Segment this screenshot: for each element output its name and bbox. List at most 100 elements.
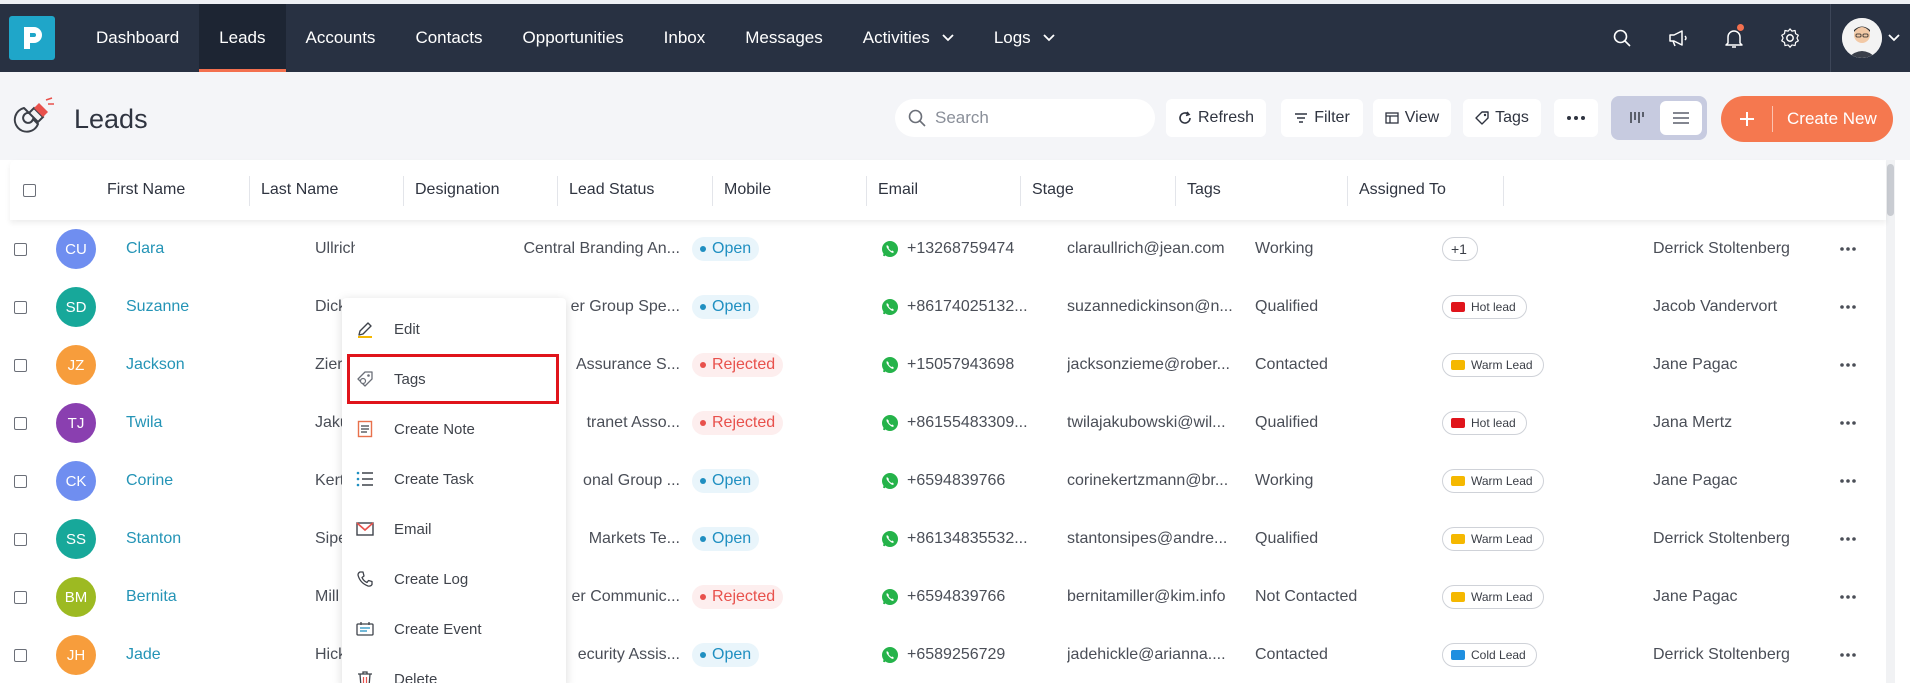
first-name-link[interactable]: Jackson [126,336,256,394]
tag-badge[interactable]: +1 [1442,237,1478,261]
table-row[interactable]: JH Jade Hick ecurity Assis... Open +658925672… [10,626,1886,683]
nav-item-accounts[interactable]: Accounts [286,4,396,72]
row-more-options-button[interactable] [1830,278,1866,336]
column-divider[interactable] [1503,176,1504,206]
mobile[interactable]: +6594839766 [881,568,1041,626]
email[interactable]: twilajakubowski@wil... [1067,394,1239,452]
column-header-tags[interactable]: Tags [1187,160,1221,220]
mobile[interactable]: +6594839766 [881,452,1041,510]
email[interactable]: corinekertzmann@br... [1067,452,1239,510]
tag-badge[interactable]: Cold Lead [1442,643,1537,667]
row-more-options-button[interactable] [1830,568,1866,626]
column-header-first-name[interactable]: First Name [107,160,185,220]
mobile[interactable]: +15057943698 [881,336,1041,394]
first-name-link[interactable]: Clara [126,220,256,278]
table-row[interactable]: TJ Twila Jaku tranet Asso... Rejected +861554… [10,394,1886,452]
create-new-button[interactable]: Create New [1721,96,1893,142]
select-all-checkbox[interactable] [23,160,36,220]
menu-item-tags[interactable]: Tags [342,354,566,404]
column-divider[interactable] [1020,176,1021,206]
email[interactable]: jacksonzieme@rober... [1067,336,1239,394]
tags-button[interactable]: Tags [1463,99,1541,137]
menu-item-email[interactable]: Email [342,504,566,554]
filter-button[interactable]: Filter [1281,99,1363,137]
tag-badge[interactable]: Warm Lead [1442,353,1544,377]
menu-item-create-note[interactable]: Create Note [342,404,566,454]
column-header-email[interactable]: Email [878,160,918,220]
nav-item-contacts[interactable]: Contacts [395,4,502,72]
menu-item-create-log[interactable]: Create Log [342,554,566,604]
table-row[interactable]: CU Clara Ullrich Central Branding An... Open… [10,220,1886,278]
search-input[interactable] [935,108,1135,128]
column-divider[interactable] [557,176,558,206]
column-divider[interactable] [403,176,404,206]
search-icon[interactable] [1594,4,1650,72]
nav-item-opportunities[interactable]: Opportunities [503,4,644,72]
menu-item-delete[interactable]: Delete [342,654,566,683]
row-more-options-button[interactable] [1830,336,1866,394]
column-divider[interactable] [712,176,713,206]
email[interactable]: claraullrich@jean.com [1067,220,1239,278]
first-name-link[interactable]: Bernita [126,568,256,626]
megaphone-icon[interactable] [1650,4,1706,72]
row-checkbox[interactable] [14,278,34,336]
first-name-link[interactable]: Twila [126,394,256,452]
first-name-link[interactable]: Suzanne [126,278,256,336]
menu-item-create-event[interactable]: Create Event [342,604,566,654]
first-name-link[interactable]: Corine [126,452,256,510]
email[interactable]: jadehickle@arianna.... [1067,626,1239,683]
column-header-mobile[interactable]: Mobile [724,160,771,220]
mobile[interactable]: +6589256729 [881,626,1041,683]
column-header-designation[interactable]: Designation [415,160,500,220]
nav-item-inbox[interactable]: Inbox [644,4,726,72]
scrollbar-thumb[interactable] [1887,164,1894,216]
column-divider[interactable] [249,176,250,206]
row-checkbox[interactable] [14,220,34,278]
column-header-stage[interactable]: Stage [1032,160,1074,220]
column-divider[interactable] [866,176,867,206]
tag-badge[interactable]: Hot lead [1442,295,1527,319]
row-checkbox[interactable] [14,394,34,452]
tag-badge[interactable]: Warm Lead [1442,585,1544,609]
email[interactable]: stantonsipes@andre... [1067,510,1239,568]
tag-badge[interactable]: Warm Lead [1442,469,1544,493]
nav-item-messages[interactable]: Messages [725,4,842,72]
app-logo[interactable] [9,16,55,60]
mobile[interactable]: +86134835532... [881,510,1041,568]
mobile[interactable]: +13268759474 [881,220,1041,278]
user-profile-menu[interactable] [1830,4,1910,72]
kanban-view-toggle[interactable] [1616,101,1658,135]
table-scrollbar[interactable] [1886,160,1895,683]
mobile[interactable]: +86174025132... [881,278,1041,336]
nav-item-dashboard[interactable]: Dashboard [76,4,199,72]
row-checkbox[interactable] [14,336,34,394]
column-header-lead-status[interactable]: Lead Status [569,160,654,220]
menu-item-create-task[interactable]: Create Task [342,454,566,504]
row-checkbox[interactable] [14,626,34,683]
tag-badge[interactable]: Hot lead [1442,411,1527,435]
gear-icon[interactable] [1762,4,1818,72]
refresh-button[interactable]: Refresh [1166,99,1266,137]
nav-item-logs[interactable]: Logs [974,4,1075,72]
row-more-options-button[interactable] [1830,510,1866,568]
tag-badge[interactable]: Warm Lead [1442,527,1544,551]
row-more-options-button[interactable] [1830,452,1866,510]
email[interactable]: suzannedickinson@n... [1067,278,1239,336]
column-header-last-name[interactable]: Last Name [261,160,338,220]
column-divider[interactable] [1347,176,1348,206]
row-checkbox[interactable] [14,452,34,510]
column-header-assigned-to[interactable]: Assigned To [1359,160,1446,220]
nav-item-leads[interactable]: Leads [199,4,286,72]
row-checkbox[interactable] [14,510,34,568]
row-more-options-button[interactable] [1830,626,1866,683]
menu-item-edit[interactable]: Edit [342,304,566,354]
view-button[interactable]: View [1373,99,1451,137]
table-row[interactable]: JZ Jackson Zier Assurance S... Rejected +1505… [10,336,1886,394]
more-options-button[interactable] [1554,99,1598,137]
table-row[interactable]: SD Suzanne Dicki er Group Spe... Open +861740… [10,278,1886,336]
bell-icon[interactable] [1706,4,1762,72]
first-name-link[interactable]: Jade [126,626,256,683]
first-name-link[interactable]: Stanton [126,510,256,568]
email[interactable]: bernitamiller@kim.info [1067,568,1239,626]
row-more-options-button[interactable] [1830,220,1866,278]
